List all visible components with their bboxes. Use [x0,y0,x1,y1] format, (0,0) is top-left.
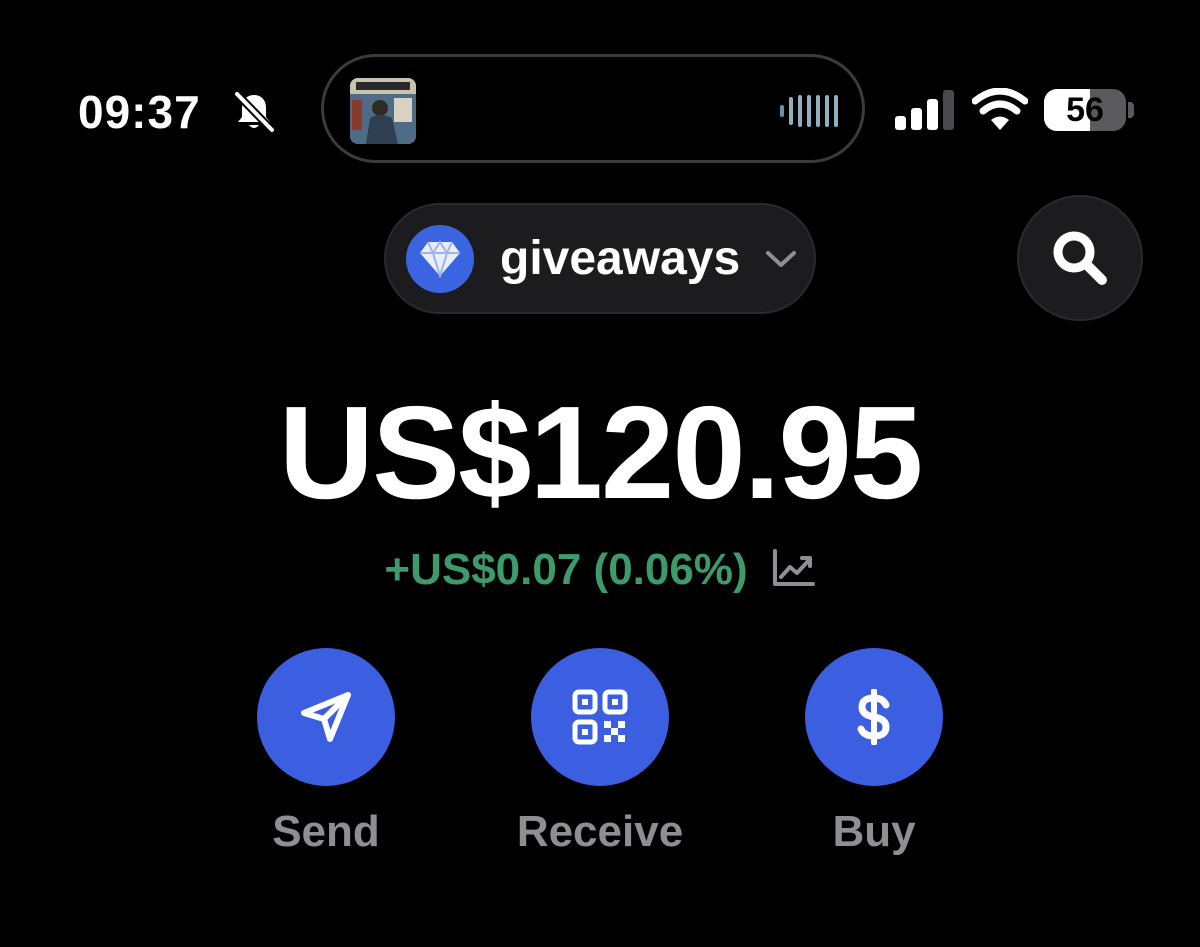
receive-button-circle[interactable] [531,648,669,786]
qr-code-icon [572,689,628,745]
dynamic-island[interactable] [321,54,865,163]
send-button[interactable]: Send [206,648,446,868]
account-selector[interactable]: giveaways [384,203,816,314]
diamond-icon [420,240,460,278]
send-button-circle[interactable] [257,648,395,786]
receive-label: Receive [516,807,684,856]
account-name: giveaways [500,232,741,285]
buy-button[interactable]: Buy [754,648,994,868]
balance-amount: US$120.95 [278,379,924,526]
search-icon [1053,231,1107,285]
bell-slash-icon [233,90,276,134]
trend-chart-icon[interactable] [772,548,816,588]
send-icon [301,692,351,742]
chevron-down-icon [766,251,796,267]
status-time: 09:37 [78,86,201,138]
balance-change-row: +US$0.07 (0.06%) [0,540,1200,600]
account-avatar [406,225,474,293]
search-button[interactable] [1017,195,1143,321]
battery-indicator: 56 [1044,89,1134,131]
battery-level: 56 [1066,91,1104,129]
balance-change: +US$0.07 (0.06%) [384,545,748,594]
wifi-icon [972,88,1028,130]
battery-body: 56 [1044,89,1126,131]
buy-label: Buy [832,807,916,856]
dollar-icon [857,689,890,745]
cellular-signal-icon [895,90,954,130]
battery-nub [1128,102,1134,118]
send-label: Send [272,807,380,856]
waveform-icon [780,95,838,127]
buy-button-circle[interactable] [805,648,943,786]
album-art[interactable] [350,78,416,144]
receive-button[interactable]: Receive [480,648,720,868]
